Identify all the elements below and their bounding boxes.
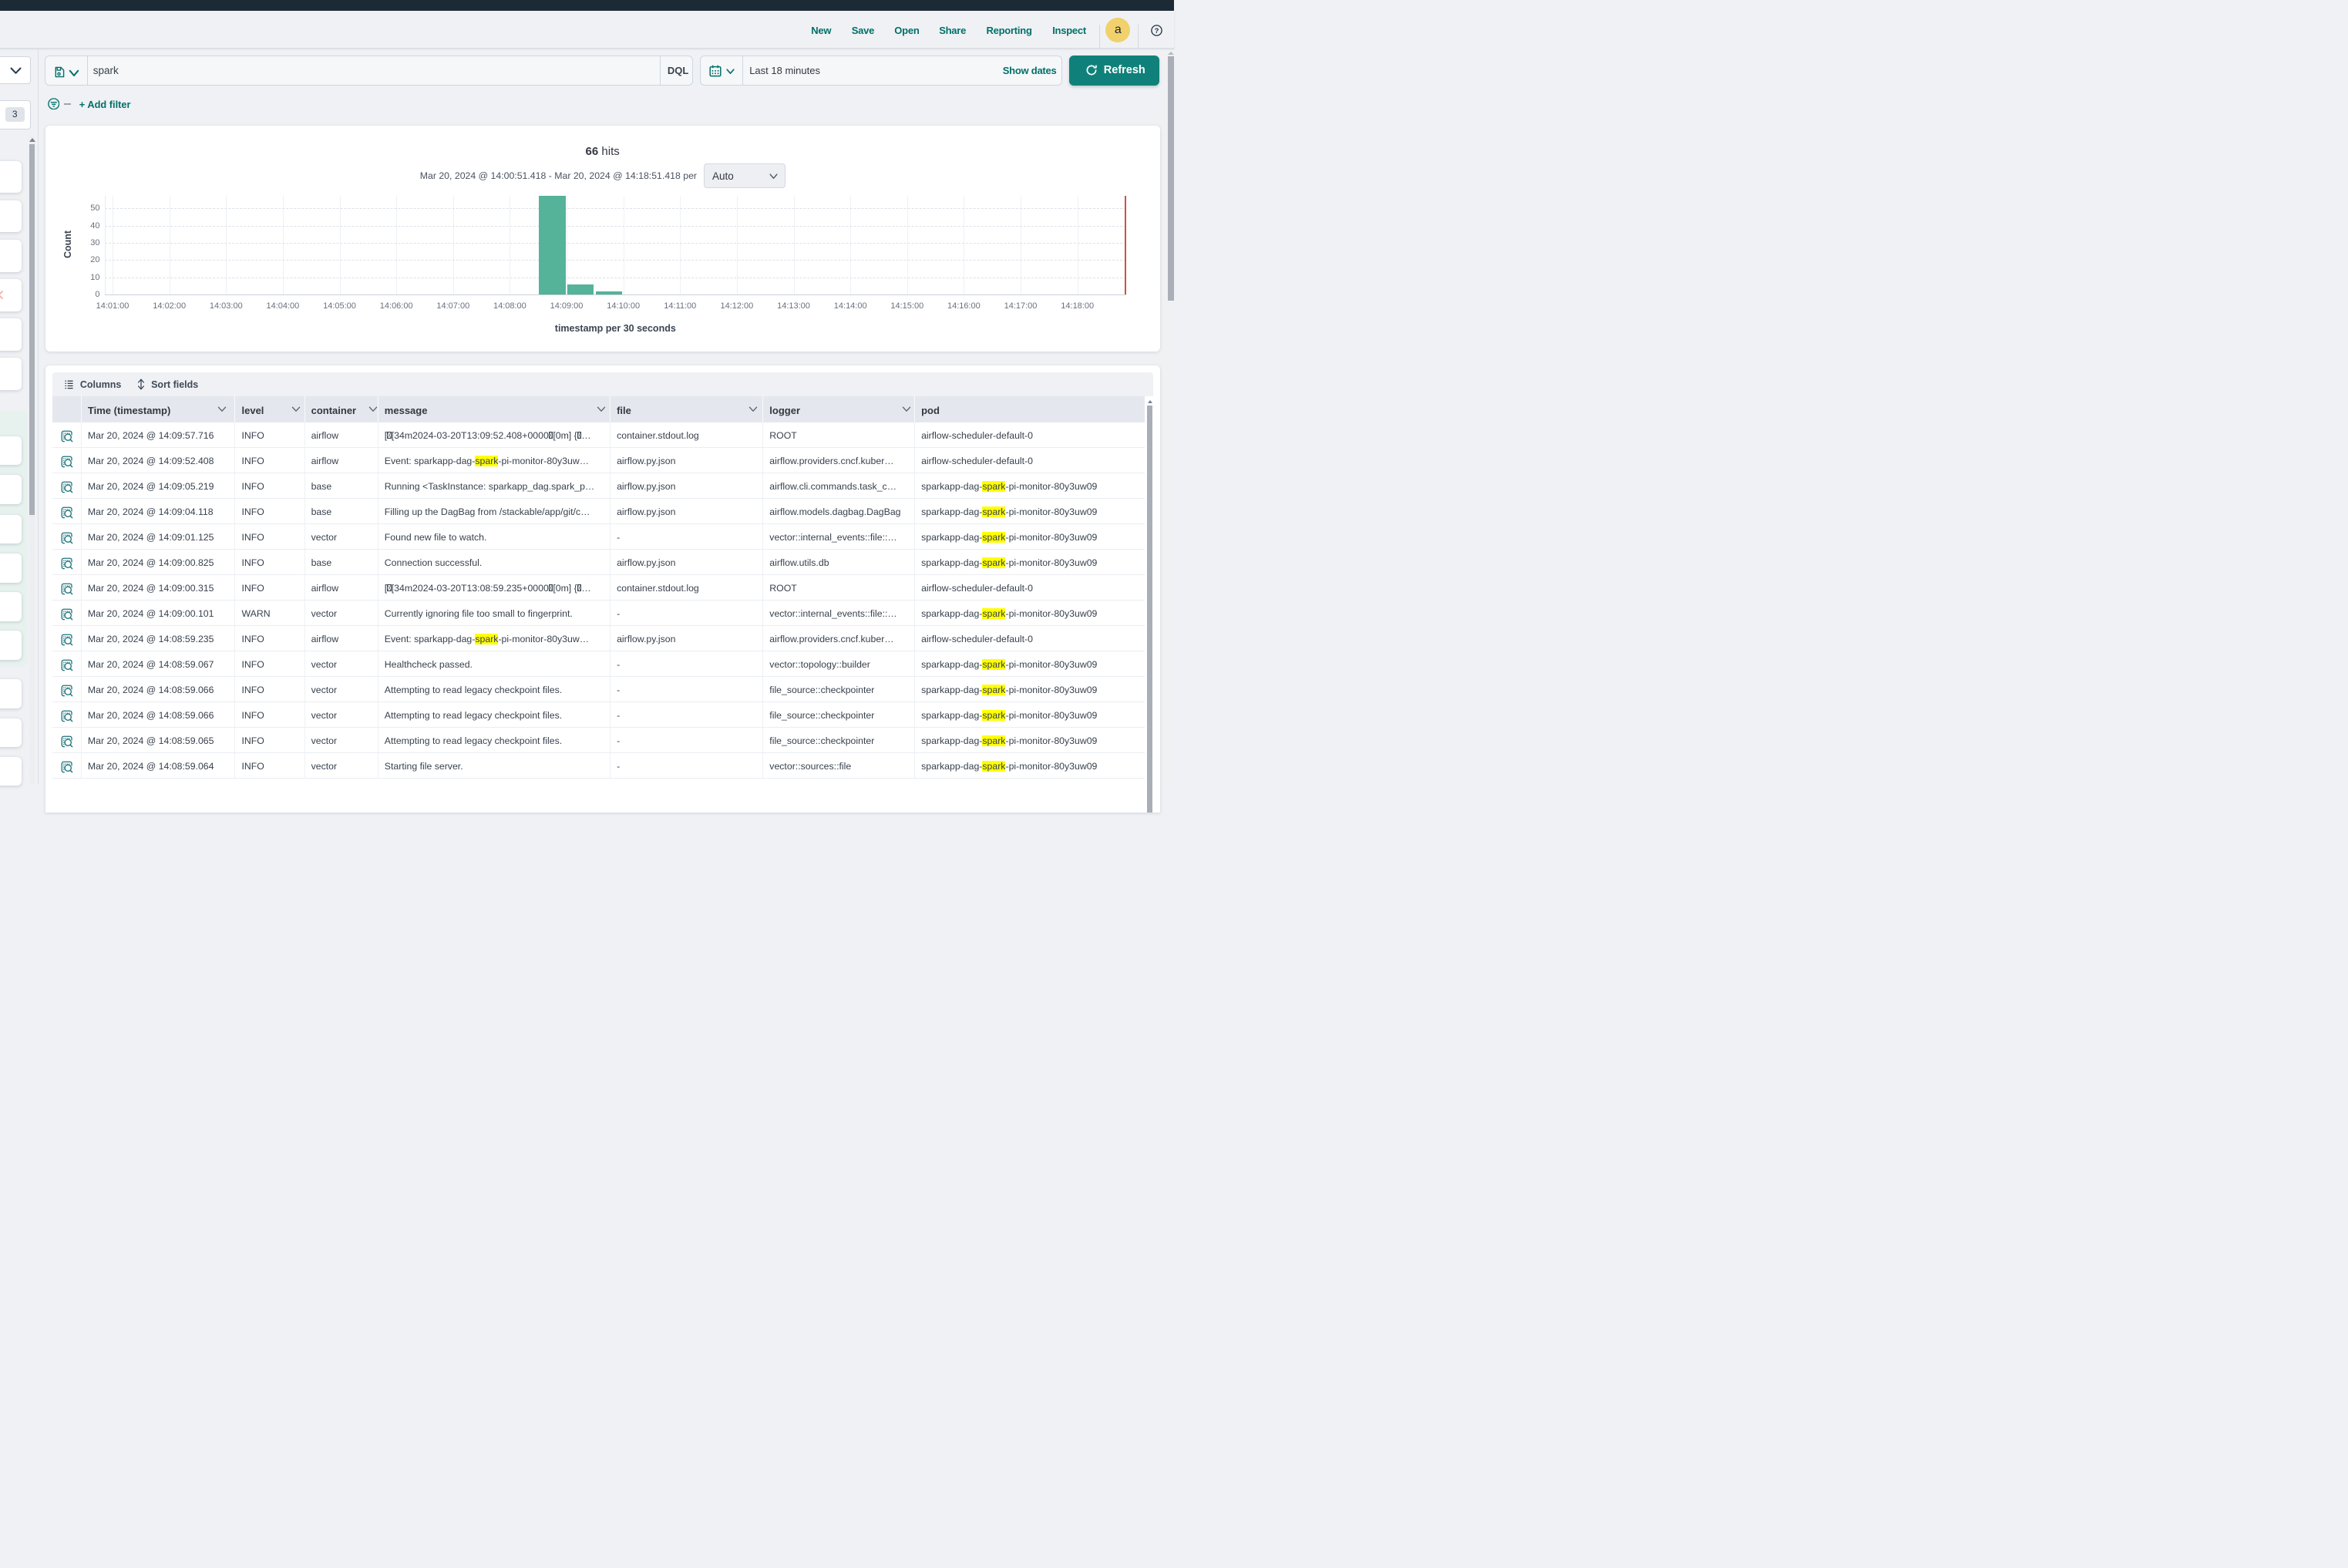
svg-text:?: ? — [1155, 26, 1159, 35]
